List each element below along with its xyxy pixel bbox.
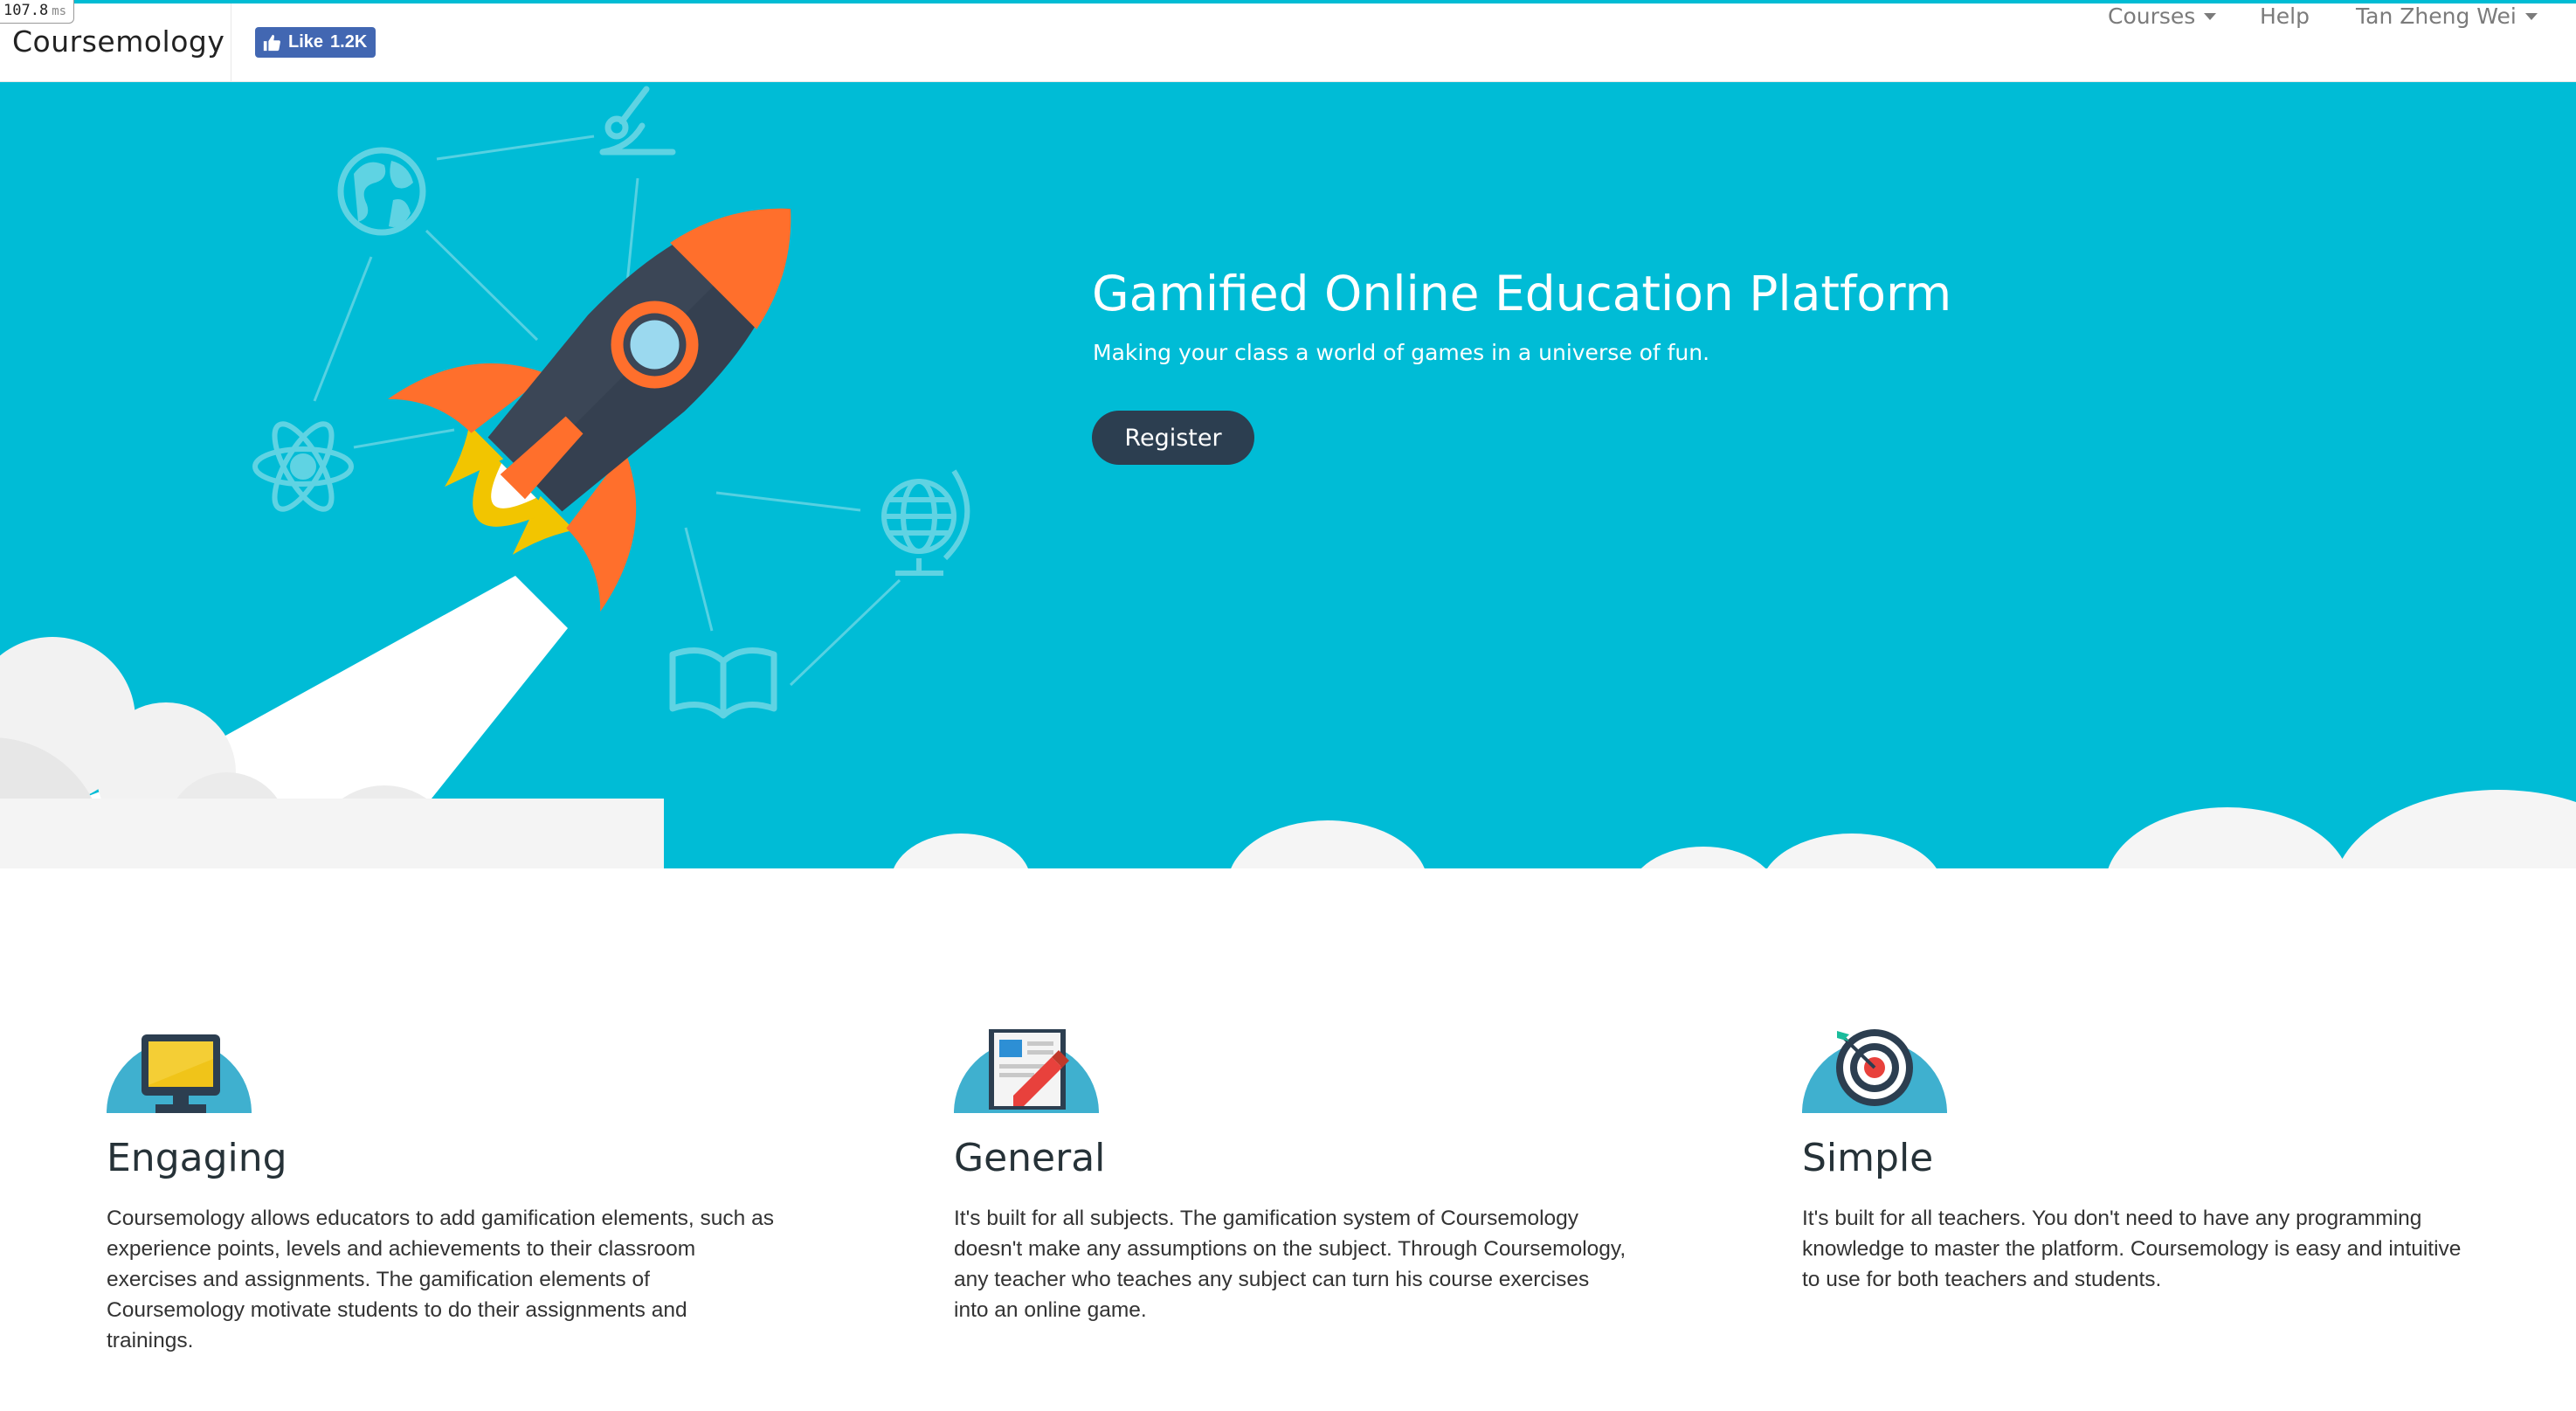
- register-button[interactable]: Register: [1092, 411, 1254, 465]
- feature-description: Coursemology allows educators to add gam…: [107, 1207, 774, 1352]
- feature-description: It's built for all subjects. The gamific…: [954, 1207, 1626, 1322]
- help-label: Help: [2260, 3, 2310, 29]
- render-time-badge: 107.8 ms: [0, 0, 75, 24]
- user-menu-dropdown[interactable]: Tan Zheng Wei: [2356, 3, 2538, 29]
- book-icon: [669, 647, 777, 719]
- hero-subtitle: Making your class a world of games in a …: [1093, 340, 1710, 365]
- newspaper-pencil-icon: [954, 1029, 1099, 1113]
- facebook-like-label: Like: [288, 32, 324, 52]
- microscope-icon: [599, 86, 676, 156]
- brand-logo-link[interactable]: Coursemology: [12, 24, 224, 59]
- desk-globe-icon: [881, 469, 970, 576]
- feature-title: Engaging: [107, 1136, 287, 1180]
- hero-banner: Gamified Online Education Platform Makin…: [0, 82, 2576, 868]
- feature-description: It's built for all teachers. You don't n…: [1802, 1207, 2462, 1291]
- hero-title: Gamified Online Education Platform: [1092, 266, 1952, 322]
- top-navbar: Coursemology Like 1.2K Courses Help Tan …: [0, 0, 2576, 82]
- facebook-like-button[interactable]: Like 1.2K: [255, 27, 376, 58]
- feature-title: General: [954, 1136, 1106, 1180]
- render-time-unit: ms: [52, 4, 67, 18]
- render-time-value: 107.8: [3, 2, 49, 19]
- atom-icon: [252, 421, 354, 512]
- courses-label: Courses: [2108, 3, 2196, 29]
- help-link[interactable]: Help: [2260, 3, 2310, 29]
- bottom-clouds: [894, 790, 2576, 868]
- courses-dropdown[interactable]: Courses: [2108, 3, 2217, 29]
- computer-monitor-icon: [107, 1034, 252, 1113]
- thumbs-up-icon: [263, 34, 280, 51]
- user-name-label: Tan Zheng Wei: [2356, 3, 2517, 29]
- facebook-like-count: 1.2K: [330, 32, 368, 52]
- target-dart-icon: [1802, 1029, 1947, 1113]
- feature-title: Simple: [1802, 1136, 1934, 1180]
- hero-illustration: [0, 86, 2576, 868]
- chevron-down-icon: [2524, 13, 2538, 20]
- globe-icon: [337, 147, 426, 236]
- chevron-down-icon: [2204, 13, 2217, 20]
- rocket-icon: [388, 208, 791, 612]
